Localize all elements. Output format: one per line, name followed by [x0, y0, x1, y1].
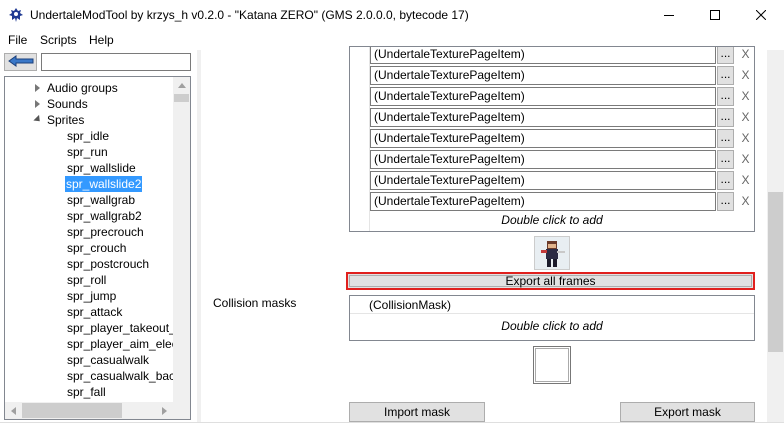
texture-row: (UndertaleTexturePageItem) ... X: [370, 86, 754, 106]
tree-item-spr-player-takeout[interactable]: spr_player_takeout_e: [67, 320, 182, 336]
remove-texture-button[interactable]: X: [737, 150, 754, 169]
main-vscroll-thumb[interactable]: [768, 192, 783, 352]
collision-mask-list: (CollisionMask) Double click to add: [349, 295, 755, 341]
pick-texture-button[interactable]: ...: [717, 171, 734, 190]
tree-item-sprites[interactable]: Sprites: [33, 112, 84, 128]
pick-texture-button[interactable]: ...: [717, 129, 734, 148]
texture-field[interactable]: (UndertaleTexturePageItem): [370, 108, 716, 127]
remove-texture-button[interactable]: X: [737, 192, 754, 211]
left-panel: Audio groups Sounds Sprites spr_idle spr…: [0, 50, 197, 422]
expand-arrow-icon[interactable]: [35, 100, 40, 108]
tree-item-spr-wallgrab[interactable]: spr_wallgrab: [67, 192, 135, 208]
texture-field[interactable]: (UndertaleTexturePageItem): [370, 87, 716, 106]
tree-vscroll-thumb[interactable]: [174, 94, 189, 102]
pick-texture-button[interactable]: ...: [717, 66, 734, 85]
menu-scripts[interactable]: Scripts: [40, 33, 77, 47]
mask-preview-inner: [535, 348, 569, 382]
window-title: UndertaleModTool by krzys_h v0.2.0 - "Ka…: [30, 8, 469, 22]
back-arrow-icon: [7, 54, 34, 70]
skull-app-icon: [8, 7, 24, 23]
tree-item-spr-idle[interactable]: spr_idle: [67, 128, 109, 144]
scroll-corner: [173, 402, 190, 419]
title-bar: UndertaleModTool by krzys_h v0.2.0 - "Ka…: [0, 0, 784, 30]
minimize-icon: [664, 10, 674, 20]
tree-item-sounds[interactable]: Sounds: [35, 96, 88, 112]
asset-tree: Audio groups Sounds Sprites spr_idle spr…: [4, 76, 191, 420]
texture-row: (UndertaleTexturePageItem) ... X: [370, 47, 754, 64]
menu-file[interactable]: File: [8, 33, 27, 47]
texture-row: (UndertaleTexturePageItem) ... X: [370, 170, 754, 190]
texture-field[interactable]: (UndertaleTexturePageItem): [370, 150, 716, 169]
tree-item-spr-postcrouch[interactable]: spr_postcrouch: [67, 256, 149, 272]
collapse-arrow-icon[interactable]: [33, 114, 43, 125]
import-mask-button[interactable]: Import mask: [349, 402, 485, 422]
remove-texture-button[interactable]: X: [737, 171, 754, 190]
tree-item-spr-wallgrab2[interactable]: spr_wallgrab2: [67, 208, 142, 224]
tree-item-spr-run[interactable]: spr_run: [67, 144, 108, 160]
scroll-up-icon[interactable]: [173, 77, 190, 94]
tree-item-spr-casualwalk[interactable]: spr_casualwalk: [67, 352, 149, 368]
texture-row: (UndertaleTexturePageItem) ... X: [370, 65, 754, 85]
texture-field[interactable]: (UndertaleTexturePageItem): [370, 47, 716, 64]
tree-item-spr-wallslide[interactable]: spr_wallslide: [67, 160, 136, 176]
tree-item-spr-attack[interactable]: spr_attack: [67, 304, 122, 320]
sprite-editor-panel: (UndertaleTexturePageItem) ... X (Undert…: [201, 46, 767, 422]
texture-row-gutter: [350, 47, 370, 231]
minimize-button[interactable]: [646, 0, 692, 30]
pick-texture-button[interactable]: ...: [717, 150, 734, 169]
scroll-right-icon[interactable]: [156, 402, 173, 419]
sprite-preview-image: [534, 236, 570, 270]
tree-item-spr-wallslide2[interactable]: spr_wallslide2: [65, 176, 143, 192]
texture-row: (UndertaleTexturePageItem) ... X: [370, 191, 754, 211]
close-icon: [756, 10, 766, 20]
texture-row: (UndertaleTexturePageItem) ... X: [370, 128, 754, 148]
export-all-frames-label: Export all frames: [505, 274, 596, 288]
mask-preview-image: [533, 346, 571, 384]
add-mask-hint[interactable]: Double click to add: [350, 319, 754, 333]
pick-texture-button[interactable]: ...: [717, 47, 734, 64]
close-button[interactable]: [738, 0, 784, 30]
pick-texture-button[interactable]: ...: [717, 192, 734, 211]
pick-texture-button[interactable]: ...: [717, 87, 734, 106]
tree-item-spr-roll[interactable]: spr_roll: [67, 272, 106, 288]
back-button[interactable]: [4, 53, 37, 71]
tree-horizontal-scrollbar[interactable]: [5, 402, 173, 419]
tree-item-spr-casualwalk-back[interactable]: spr_casualwalk_back: [67, 368, 181, 384]
texture-list: (UndertaleTexturePageItem) ... X (Undert…: [349, 46, 755, 232]
export-all-frames-button[interactable]: Export all frames: [346, 272, 755, 290]
tree-vertical-scrollbar[interactable]: [173, 77, 190, 404]
texture-field[interactable]: (UndertaleTexturePageItem): [370, 192, 716, 211]
expand-arrow-icon[interactable]: [35, 84, 40, 92]
export-mask-button[interactable]: Export mask: [620, 402, 755, 422]
main-vertical-scrollbar[interactable]: [767, 50, 784, 422]
tree-item-spr-precrouch[interactable]: spr_precrouch: [67, 224, 144, 240]
remove-texture-button[interactable]: X: [737, 129, 754, 148]
scroll-left-icon[interactable]: [5, 402, 22, 419]
tree-item-audio-groups[interactable]: Audio groups: [35, 80, 118, 96]
pick-texture-button[interactable]: ...: [717, 108, 734, 127]
maximize-button[interactable]: [692, 0, 738, 30]
texture-row: (UndertaleTexturePageItem) ... X: [370, 149, 754, 169]
remove-texture-button[interactable]: X: [737, 47, 754, 64]
maximize-icon: [710, 10, 720, 20]
texture-row: (UndertaleTexturePageItem) ... X: [370, 107, 754, 127]
texture-field[interactable]: (UndertaleTexturePageItem): [370, 66, 716, 85]
tree-item-spr-fall[interactable]: spr_fall: [67, 384, 106, 400]
remove-texture-button[interactable]: X: [737, 108, 754, 127]
tree-item-spr-jump[interactable]: spr_jump: [67, 288, 116, 304]
texture-field[interactable]: (UndertaleTexturePageItem): [370, 171, 716, 190]
tree-item-spr-player-aim[interactable]: spr_player_aim_elect: [67, 336, 181, 352]
remove-texture-button[interactable]: X: [737, 66, 754, 85]
add-texture-hint[interactable]: Double click to add: [350, 213, 754, 227]
texture-field[interactable]: (UndertaleTexturePageItem): [370, 129, 716, 148]
tree-hscroll-thumb[interactable]: [22, 403, 122, 418]
menu-help[interactable]: Help: [89, 33, 114, 47]
tree-item-spr-crouch[interactable]: spr_crouch: [67, 240, 126, 256]
collision-masks-label: Collision masks: [213, 296, 297, 310]
collision-mask-row[interactable]: (CollisionMask): [350, 296, 754, 314]
tree-search-input[interactable]: [41, 53, 191, 71]
remove-texture-button[interactable]: X: [737, 87, 754, 106]
status-bar: [0, 422, 784, 440]
